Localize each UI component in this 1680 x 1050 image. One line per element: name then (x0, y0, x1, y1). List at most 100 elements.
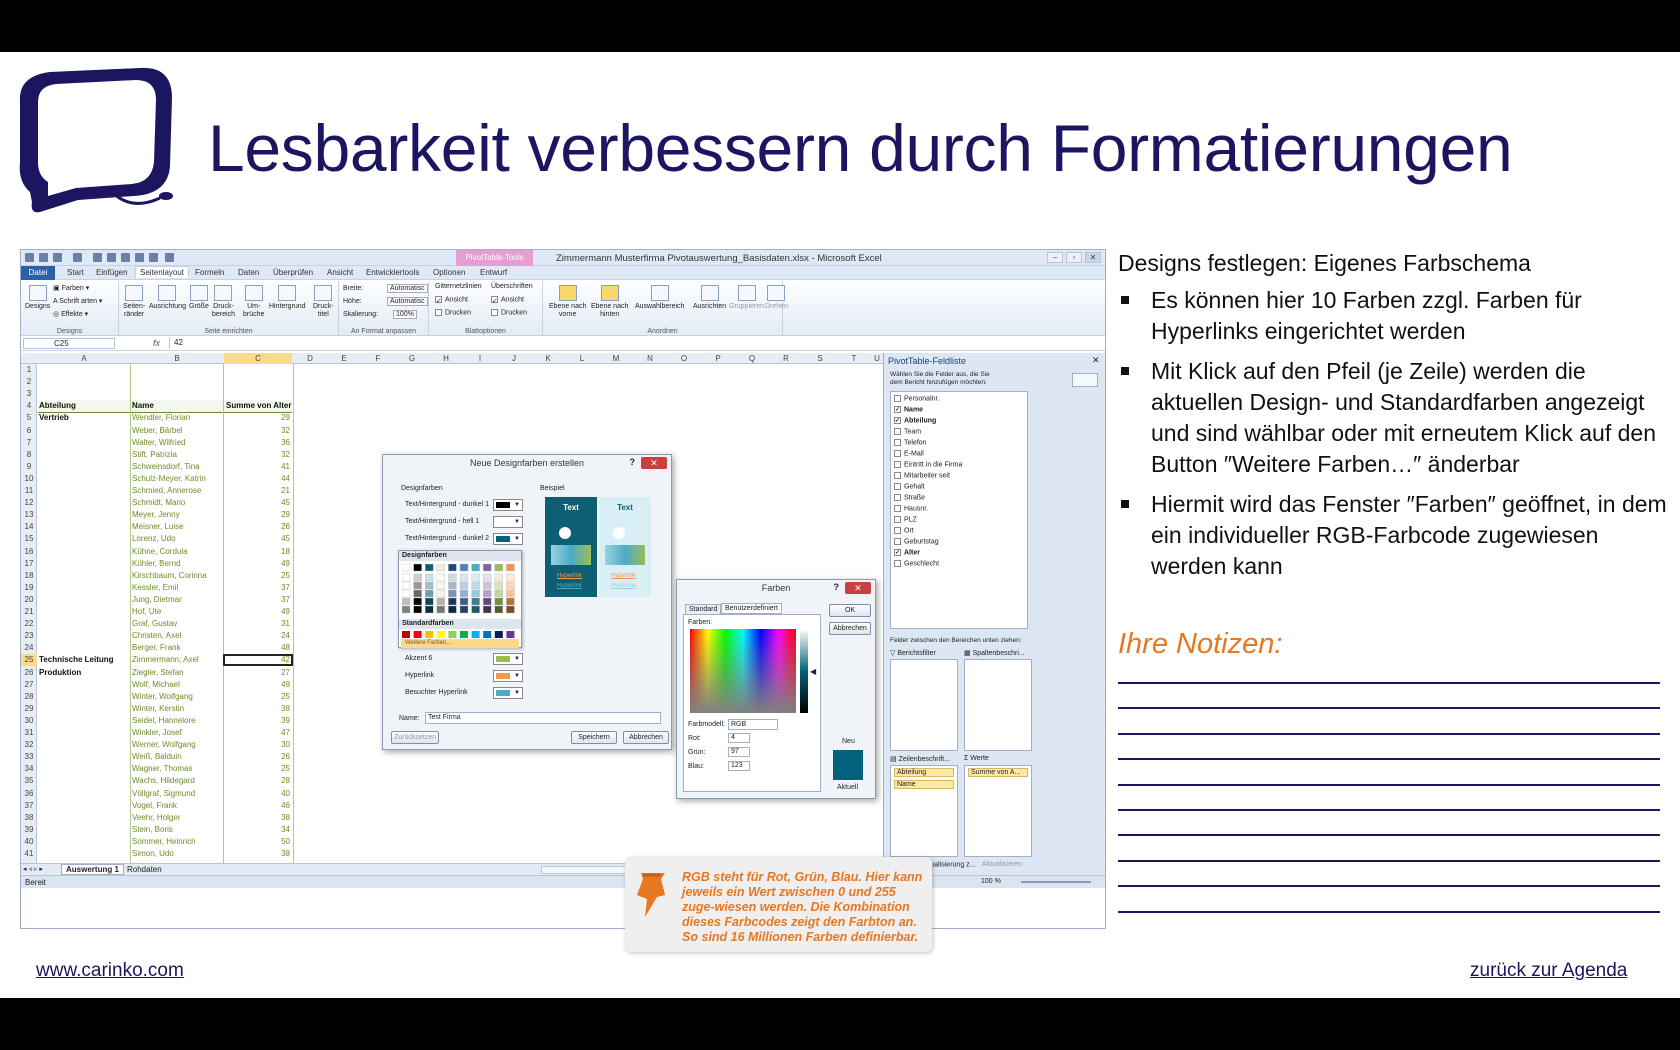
cell-alter[interactable]: 31 (224, 618, 292, 630)
column-header[interactable]: E (327, 354, 361, 363)
table-row[interactable]: 39 Stein, Boris 34 (21, 824, 883, 836)
formula-input[interactable]: 42 (169, 338, 1029, 349)
customize-icon[interactable] (165, 253, 174, 262)
field-item[interactable]: Geschlecht (894, 560, 939, 567)
farben-abbrechen-button[interactable]: Abbrechen (829, 622, 871, 635)
rot-input[interactable]: 4 (728, 733, 750, 743)
table-row[interactable]: 3 (21, 388, 883, 400)
cell-alter[interactable]: 48 (224, 642, 292, 654)
zeilen-item-name[interactable]: Name (894, 780, 954, 789)
column-header[interactable]: Q (735, 354, 769, 363)
back-to-agenda-link[interactable]: zurück zur Agenda (1470, 960, 1627, 982)
field-checkbox[interactable]: ✓ (894, 549, 901, 556)
cell-alter[interactable]: 28 (224, 775, 292, 787)
cell-alter[interactable]: 47 (224, 727, 292, 739)
pane-close-icon[interactable]: ✕ (1092, 355, 1100, 366)
auswahlbereich-button[interactable]: Auswahlbereich (635, 285, 684, 311)
field-checkbox[interactable] (894, 395, 901, 402)
werte-item-summe[interactable]: Summe von A... (968, 768, 1028, 777)
cell-abteilung[interactable]: Vertrieb (38, 412, 130, 424)
column-header[interactable]: D (293, 354, 327, 363)
cell-name[interactable]: Christen, Axel (131, 630, 223, 642)
farben-help-icon[interactable]: ? (834, 582, 840, 592)
tab-formeln[interactable]: Formeln (195, 268, 224, 277)
column-header[interactable]: F (361, 354, 395, 363)
cell-name[interactable]: Meyer, Jenny (131, 509, 223, 521)
designs-button[interactable]: Designs (25, 285, 50, 311)
redo-icon[interactable] (73, 253, 82, 262)
cell-name[interactable]: Wolf, Michael (131, 679, 223, 691)
aktualisieren-button[interactable]: Aktualisieren (982, 861, 1022, 868)
help-icon[interactable]: ? (630, 457, 636, 467)
print-icon[interactable] (93, 253, 102, 262)
table-row[interactable]: 40 Sommer, Heinrich 50 (21, 836, 883, 848)
column-header[interactable]: U (871, 354, 883, 363)
sort-icon[interactable] (149, 253, 158, 262)
farben-close-icon[interactable]: ✕ (845, 582, 871, 594)
column-header[interactable]: M (599, 354, 633, 363)
table-icon[interactable] (121, 253, 130, 262)
field-checkbox[interactable] (894, 494, 901, 501)
ebene-vorne-button[interactable]: Ebene nach vorne (549, 285, 586, 319)
tab-einfuegen[interactable]: Einfügen (96, 268, 128, 277)
berichtsfilter-area[interactable] (890, 659, 958, 751)
field-checkbox[interactable] (894, 538, 901, 545)
cell-name[interactable]: Lorenz, Udo (131, 533, 223, 545)
cell-name[interactable]: Vogel, Frank (131, 800, 223, 812)
ausrichten-button[interactable]: Ausrichten (693, 285, 726, 311)
cell-abteilung[interactable]: Produktion (38, 667, 130, 679)
field-item[interactable]: E-Mail (894, 450, 924, 457)
cell-name[interactable]: Werner, Wolfgang (131, 739, 223, 751)
column-header[interactable]: S (803, 354, 837, 363)
field-item[interactable]: Mitarbeiter seit (894, 472, 950, 479)
sheet-tab-auswertung[interactable]: Auswertung 1 (61, 864, 124, 875)
umbrueche-button[interactable]: Um- brüche (243, 285, 264, 319)
cell-name[interactable]: Simon, Udo (131, 848, 223, 860)
field-checkbox[interactable] (894, 560, 901, 567)
field-checkbox[interactable] (894, 505, 901, 512)
cell-name[interactable]: Berger, Frank (131, 642, 223, 654)
excel-icon[interactable] (25, 253, 34, 262)
gruen-input[interactable]: 97 (728, 747, 750, 757)
cell-name[interactable]: Wendler, Florian (131, 412, 223, 424)
table-row[interactable]: 4 Abteilung Name Summe von Alter (21, 400, 883, 414)
cell-name[interactable]: Sommer, Heinrich (131, 836, 223, 848)
tab-entwurf[interactable]: Entwurf (480, 268, 507, 277)
luminance-slider[interactable] (800, 629, 808, 713)
table-row[interactable]: 1 (21, 364, 883, 376)
column-header[interactable]: A (38, 354, 130, 363)
minimize-icon[interactable]: – (1047, 252, 1063, 263)
cell-name[interactable]: Ziegler, Stefan (131, 667, 223, 679)
cell-name[interactable]: Schmied, Annerose (131, 485, 223, 497)
color-dropdown-button[interactable]: ▼ (493, 533, 523, 545)
name-input[interactable]: Test Firma (425, 712, 661, 724)
cell-alter[interactable]: 38 (224, 848, 292, 860)
blau-input[interactable]: 123 (728, 761, 750, 771)
maximize-icon[interactable]: ▫ (1066, 252, 1082, 263)
cell-alter[interactable]: 36 (224, 437, 292, 449)
hintergrund-button[interactable]: Hintergrund (269, 285, 306, 311)
tab-daten[interactable]: Daten (238, 268, 259, 277)
field-item[interactable]: Geburtstag (894, 538, 939, 545)
column-header[interactable]: I (463, 354, 497, 363)
field-item[interactable]: ✓ Name (894, 406, 923, 413)
field-checkbox[interactable] (894, 450, 901, 457)
cell-alter[interactable]: 45 (224, 533, 292, 545)
cell-alter[interactable]: 49 (224, 679, 292, 691)
column-header[interactable]: R (769, 354, 803, 363)
cell-alter[interactable]: 24 (224, 630, 292, 642)
cell-alter[interactable]: 26 (224, 521, 292, 533)
breite-select[interactable]: Automatisc (387, 284, 428, 293)
druckbereich-button[interactable]: Druck- bereich (212, 285, 235, 319)
color-dropdown-button[interactable]: ▼ (493, 670, 523, 682)
tab-entwicklertools[interactable]: Entwicklertools (366, 268, 419, 277)
tab-seitenlayout[interactable]: Seitenlayout (135, 266, 190, 278)
fx-icon[interactable]: fx (153, 338, 160, 348)
sheet-nav-icon[interactable]: ◂ ◃ ▹ ▸ (23, 865, 43, 873)
cell-alter[interactable]: 18 (224, 546, 292, 558)
ausrichtung-button[interactable]: Ausrichtung (149, 285, 186, 311)
table-row[interactable]: 37 Vogel, Frank 46 (21, 800, 883, 812)
field-checkbox[interactable] (894, 439, 901, 446)
field-checkbox[interactable] (894, 461, 901, 468)
cell-name[interactable]: Weber, Bärbel (131, 425, 223, 437)
